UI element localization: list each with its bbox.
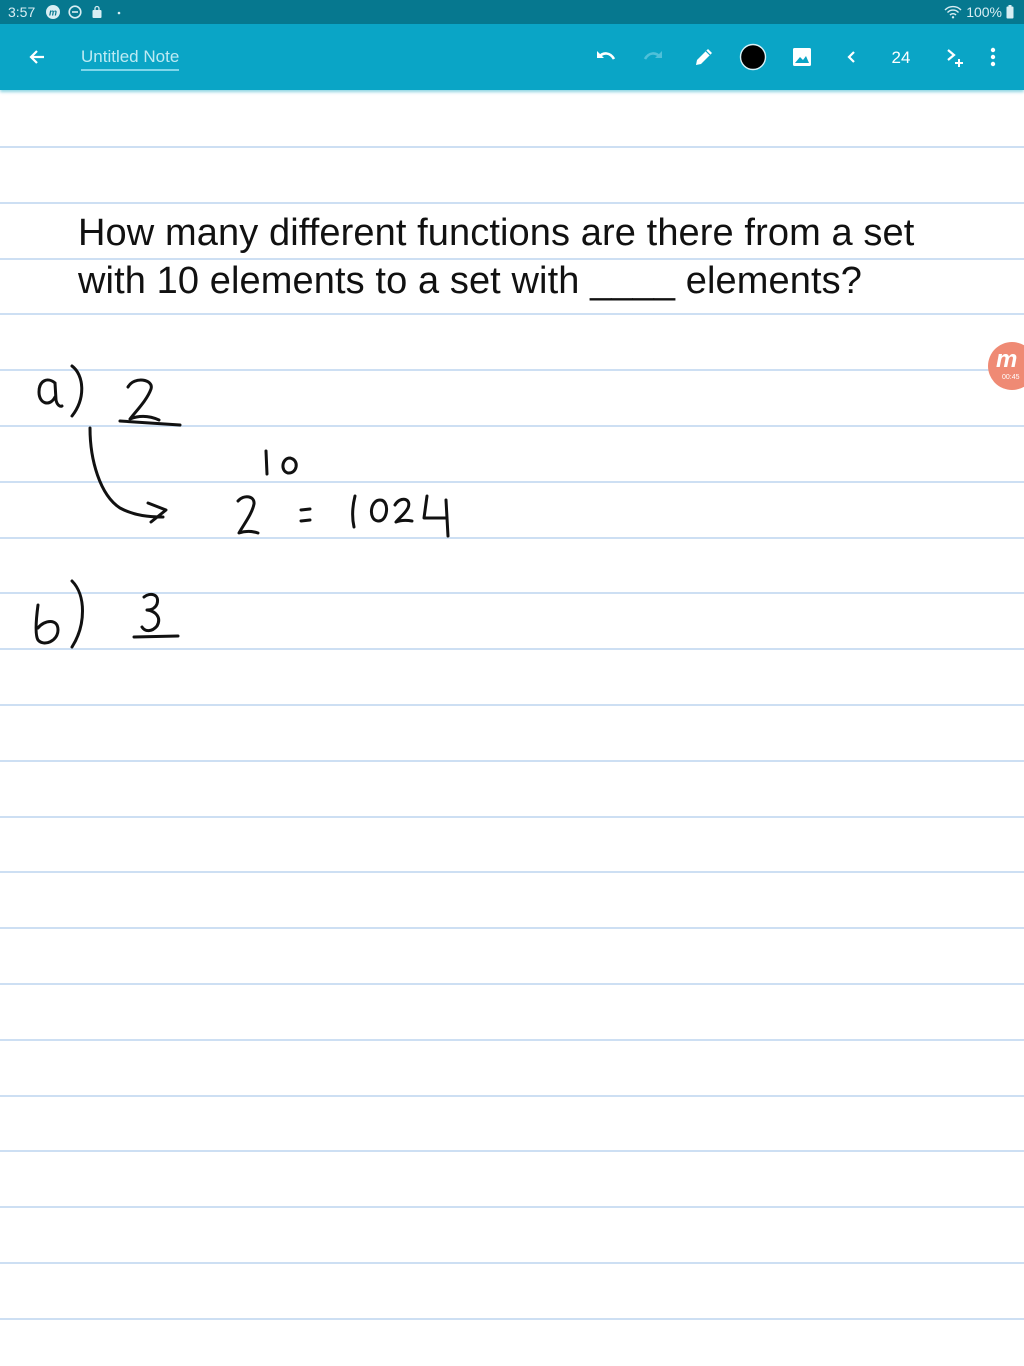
- recorder-time: 00:45: [1002, 374, 1020, 381]
- arrow-curve: [88, 426, 168, 524]
- recorder-logo-icon: m: [996, 346, 1018, 373]
- part-a-exponent: [264, 449, 298, 476]
- part-b-answer: [132, 592, 180, 639]
- handwriting-layer: [34, 364, 450, 649]
- part-a-result: [351, 494, 450, 538]
- part-a-equals: [299, 507, 312, 523]
- part-a-base: [236, 495, 260, 535]
- part-a-label: [37, 364, 84, 418]
- part-a-answer: [118, 378, 182, 427]
- part-b-label: [34, 579, 84, 649]
